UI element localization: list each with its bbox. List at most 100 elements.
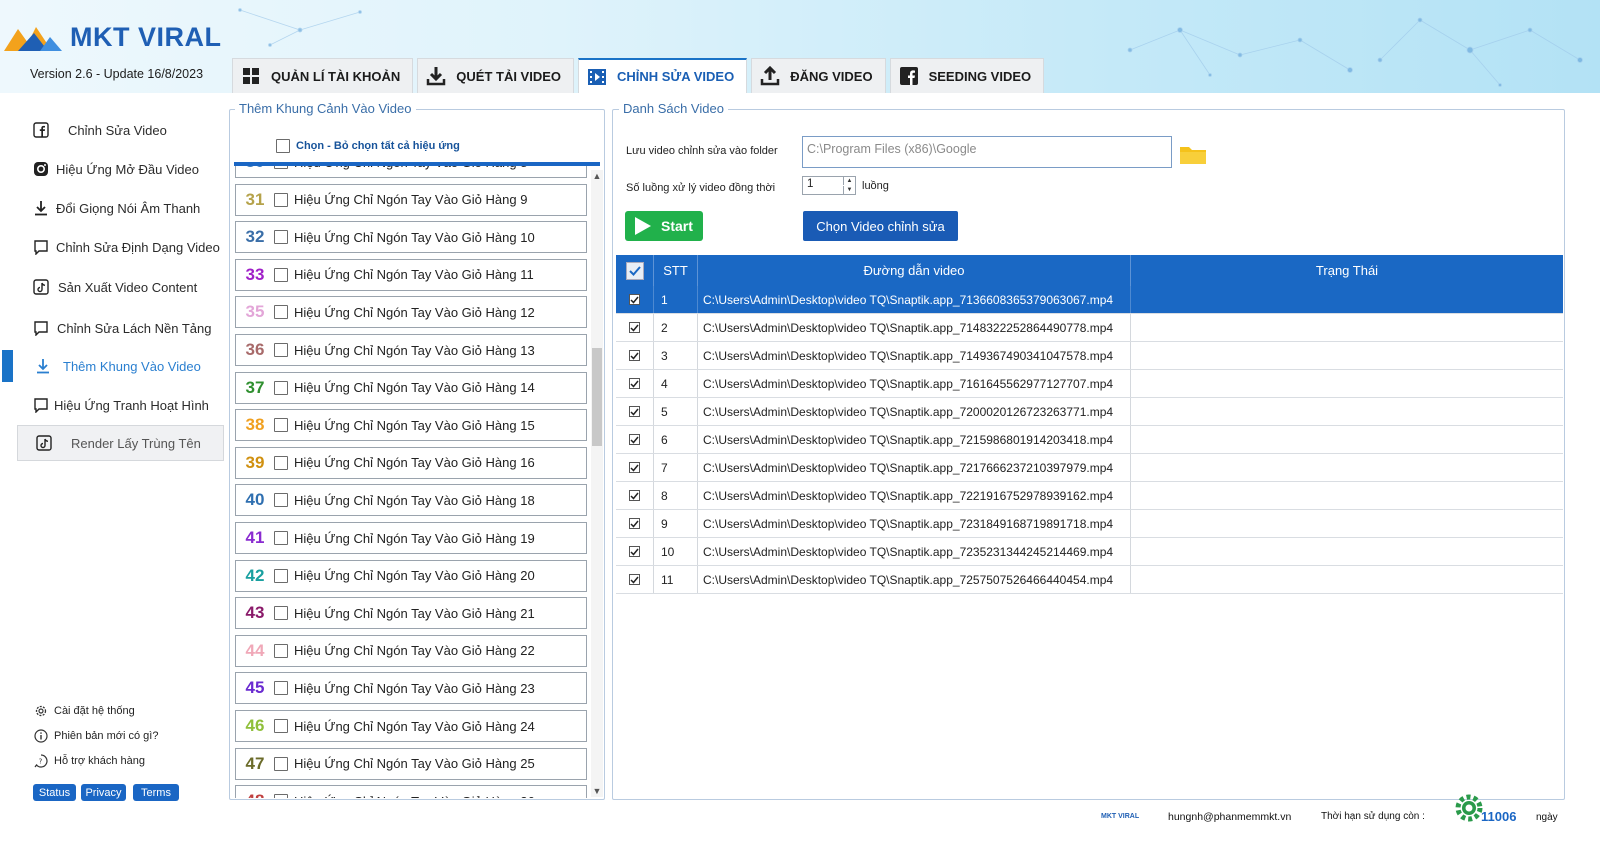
- table-row[interactable]: 9 C:\Users\Admin\Desktop\video TQ\Snaptik…: [616, 510, 1563, 538]
- effect-item[interactable]: 39 Hiệu Ứng Chỉ Ngón Tay Vào Giỏ Hàng 16: [235, 446, 587, 479]
- effects-scrollbar[interactable]: ▲ ▼: [591, 170, 603, 797]
- table-body: 1 C:\Users\Admin\Desktop\video TQ\Snaptik…: [616, 286, 1563, 594]
- effect-item[interactable]: 37 Hiệu Ứng Chỉ Ngón Tay Vào Giỏ Hàng 14: [235, 371, 587, 404]
- row-checkbox[interactable]: [629, 518, 640, 529]
- scroll-up-arrow[interactable]: ▲: [591, 170, 603, 182]
- stepper-up[interactable]: ▲: [843, 177, 855, 185]
- row-checkbox[interactable]: [629, 294, 640, 305]
- table-row[interactable]: 5 C:\Users\Admin\Desktop\video TQ\Snaptik…: [616, 398, 1563, 426]
- choose-video-button[interactable]: Chọn Video chỉnh sửa: [803, 211, 958, 241]
- scrollbar-thumb[interactable]: [592, 348, 602, 446]
- output-folder-input[interactable]: C:\Program Files (x86)\Google: [802, 136, 1172, 168]
- start-button[interactable]: Start: [625, 211, 703, 241]
- tab-edit-video[interactable]: CHỈNH SỬA VIDEO: [578, 58, 748, 93]
- system-settings-link[interactable]: Cài đặt hệ thống: [34, 704, 135, 718]
- sidebar-item-platform-bypass[interactable]: Chỉnh Sửa Lách Nền Tảng: [14, 310, 226, 346]
- whats-new-link[interactable]: Phiên bản mới có gì?: [34, 729, 158, 743]
- table-row[interactable]: 3 C:\Users\Admin\Desktop\video TQ\Snaptik…: [616, 342, 1563, 370]
- effect-item[interactable]: 33 Hiệu Ứng Chỉ Ngón Tay Vào Giỏ Hàng 11: [235, 258, 587, 291]
- select-all-checkbox[interactable]: [276, 139, 290, 153]
- sidebar-item-cartoon-effect[interactable]: Hiệu Ứng Tranh Hoạt Hình: [14, 387, 226, 423]
- tab-seeding-video[interactable]: SEEDING VIDEO: [889, 58, 1045, 93]
- sidebar-item-render-duplicate[interactable]: Render Lấy Trùng Tên: [17, 425, 224, 461]
- row-checkbox[interactable]: [629, 490, 640, 501]
- effect-checkbox[interactable]: [274, 719, 288, 733]
- row-checkbox[interactable]: [629, 462, 640, 473]
- effect-checkbox[interactable]: [274, 166, 288, 169]
- sidebar-item-format-edit[interactable]: Chỉnh Sửa Định Dạng Video: [14, 229, 226, 265]
- row-checkbox[interactable]: [629, 350, 640, 361]
- effect-item[interactable]: 44 Hiệu Ứng Chỉ Ngón Tay Vào Giỏ Hàng 22: [235, 634, 587, 667]
- sidebar-item-voice-change[interactable]: Đổi Giọng Nói Âm Thanh: [14, 190, 226, 226]
- sidebar-item-label: Sản Xuất Video Content: [58, 279, 198, 295]
- table-row[interactable]: 11 C:\Users\Admin\Desktop\video TQ\Snapti…: [616, 566, 1563, 594]
- effect-item[interactable]: 43 Hiệu Ứng Chỉ Ngón Tay Vào Giỏ Hàng 21: [235, 597, 587, 630]
- folder-icon[interactable]: [1179, 143, 1207, 165]
- terms-button[interactable]: Terms: [133, 784, 179, 801]
- effect-item[interactable]: 36 Hiệu Ứng Chỉ Ngón Tay Vào Giỏ Hàng 13: [235, 334, 587, 366]
- column-status[interactable]: Trạng Thái: [1131, 255, 1563, 286]
- sidebar-item-add-frame[interactable]: Thêm Khung Vào Video: [14, 348, 226, 384]
- effect-checkbox[interactable]: [274, 305, 288, 320]
- effect-checkbox[interactable]: [274, 643, 288, 658]
- header-checkbox[interactable]: [625, 261, 644, 280]
- select-all-effects[interactable]: Chọn - Bỏ chọn tất cả hiệu ứng: [276, 139, 460, 153]
- effect-item[interactable]: 32 Hiệu Ứng Chỉ Ngón Tay Vào Giỏ Hàng 10: [235, 221, 587, 254]
- tab-account-management[interactable]: QUẢN LÍ TÀI KHOẢN: [232, 58, 414, 93]
- table-row[interactable]: 6 C:\Users\Admin\Desktop\video TQ\Snaptik…: [616, 426, 1563, 454]
- tab-scan-download[interactable]: QUÉT TẢI VIDEO: [417, 58, 575, 93]
- table-row[interactable]: 1 C:\Users\Admin\Desktop\video TQ\Snaptik…: [616, 286, 1563, 314]
- chat-icon: [32, 319, 50, 337]
- customer-support-link[interactable]: ? Hỗ trợ khách hàng: [34, 754, 145, 768]
- row-checkbox[interactable]: [629, 574, 640, 585]
- effect-item[interactable]: 30 Hiệu Ứng Chỉ Ngón Tay Vào Giỏ Hàng 8: [235, 166, 587, 178]
- column-stt[interactable]: STT: [654, 255, 698, 286]
- sidebar-item-intro-effect[interactable]: Hiệu Ứng Mở Đầu Video: [14, 151, 226, 187]
- effect-item[interactable]: 31 Hiệu Ứng Chỉ Ngón Tay Vào Giỏ Hàng 9: [235, 183, 587, 216]
- row-checkbox[interactable]: [629, 378, 640, 389]
- effect-item[interactable]: 46 Hiệu Ứng Chỉ Ngón Tay Vào Giỏ Hàng 24: [235, 710, 587, 742]
- effect-checkbox[interactable]: [274, 756, 288, 771]
- effect-item[interactable]: 35 Hiệu Ứng Chỉ Ngón Tay Vào Giỏ Hàng 12: [235, 296, 587, 329]
- effect-checkbox[interactable]: [274, 493, 288, 508]
- stepper-down[interactable]: ▼: [843, 186, 855, 194]
- effect-checkbox[interactable]: [274, 343, 288, 357]
- table-row[interactable]: 7 C:\Users\Admin\Desktop\video TQ\Snaptik…: [616, 454, 1563, 482]
- effect-item[interactable]: 48 Hiệu Ứng Chỉ Ngón Tay Vào Giỏ Hàng 26: [235, 785, 587, 798]
- row-checkbox[interactable]: [629, 546, 640, 557]
- effect-item[interactable]: 40 Hiệu Ứng Chỉ Ngón Tay Vào Giỏ Hàng 18: [235, 484, 587, 517]
- table-row[interactable]: 2 C:\Users\Admin\Desktop\video TQ\Snaptik…: [616, 314, 1563, 342]
- effect-checkbox[interactable]: [274, 192, 288, 207]
- row-checkbox[interactable]: [629, 406, 640, 417]
- effect-checkbox[interactable]: [274, 681, 288, 696]
- threads-stepper[interactable]: 1 ▲ ▼: [802, 176, 856, 195]
- sidebar-item-content-production[interactable]: Sản Xuất Video Content: [14, 269, 226, 305]
- effect-checkbox[interactable]: [274, 455, 288, 470]
- effect-item[interactable]: 47 Hiệu Ứng Chỉ Ngón Tay Vào Giỏ Hàng 25: [235, 747, 587, 780]
- effect-checkbox[interactable]: [274, 418, 288, 433]
- sidebar-item-edit-video[interactable]: Chỉnh Sửa Video: [14, 112, 226, 148]
- effect-number: 37: [245, 377, 265, 397]
- table-row[interactable]: 10 C:\Users\Admin\Desktop\video TQ\Snapti…: [616, 538, 1563, 566]
- privacy-button[interactable]: Privacy: [81, 784, 126, 801]
- effect-item[interactable]: 45 Hiệu Ứng Chỉ Ngón Tay Vào Giỏ Hàng 23: [235, 672, 587, 705]
- row-checkbox[interactable]: [629, 434, 640, 445]
- table-row[interactable]: 4 C:\Users\Admin\Desktop\video TQ\Snaptik…: [616, 370, 1563, 398]
- table-row[interactable]: 8 C:\Users\Admin\Desktop\video TQ\Snaptik…: [616, 482, 1563, 510]
- effect-checkbox[interactable]: [274, 794, 288, 798]
- effect-checkbox[interactable]: [274, 531, 288, 545]
- effect-item[interactable]: 38 Hiệu Ứng Chỉ Ngón Tay Vào Giỏ Hàng 15: [235, 409, 587, 442]
- effect-checkbox[interactable]: [274, 606, 288, 621]
- tab-post-video[interactable]: ĐĂNG VIDEO: [751, 58, 886, 93]
- effect-item[interactable]: 41 Hiệu Ứng Chỉ Ngón Tay Vào Giỏ Hàng 19: [235, 522, 587, 554]
- column-path[interactable]: Đường dẫn video: [698, 255, 1131, 286]
- header-select-all[interactable]: [616, 255, 654, 286]
- effect-checkbox[interactable]: [274, 267, 288, 282]
- row-checkbox[interactable]: [629, 322, 640, 333]
- effect-item[interactable]: 42 Hiệu Ứng Chỉ Ngón Tay Vào Giỏ Hàng 20: [235, 559, 587, 592]
- effect-checkbox[interactable]: [274, 230, 288, 245]
- scroll-down-arrow[interactable]: ▼: [591, 785, 603, 797]
- effect-checkbox[interactable]: [274, 380, 288, 395]
- effect-checkbox[interactable]: [274, 568, 288, 583]
- status-button[interactable]: Status: [33, 784, 76, 801]
